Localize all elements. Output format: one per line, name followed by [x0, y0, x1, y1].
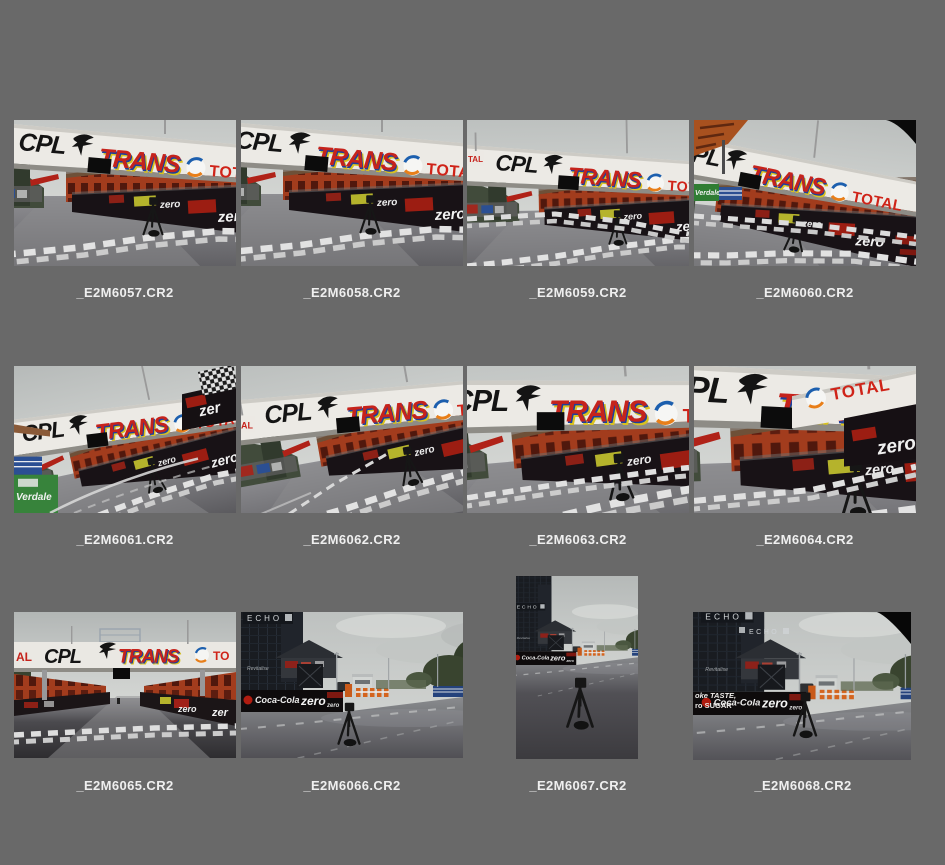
photo-thumbnail-e2m6061[interactable]: zer Verdale [14, 366, 236, 513]
svg-text:ECHO: ECHO [749, 629, 779, 636]
svg-text:Verdale: Verdale [695, 190, 720, 197]
photo-thumbnail-e2m6057[interactable] [14, 120, 236, 266]
photo-thumbnail-e2m6065[interactable] [14, 612, 236, 758]
photo-filename[interactable]: _E2M6066.CR2 [241, 778, 463, 793]
photo-filename[interactable]: _E2M6059.CR2 [467, 285, 689, 300]
photo-filename[interactable]: _E2M6061.CR2 [14, 532, 236, 547]
photo-filename[interactable]: _E2M6062.CR2 [241, 532, 463, 547]
photo-image: Verdale [694, 120, 916, 266]
photo-image: AL [241, 366, 463, 513]
photo-thumbnail-e2m6060[interactable]: Verdale [694, 120, 916, 266]
svg-text:oke TASTE,: oke TASTE, [695, 691, 736, 700]
photo-image [241, 120, 463, 266]
photo-filename[interactable]: _E2M6058.CR2 [241, 285, 463, 300]
photo-filename[interactable]: _E2M6065.CR2 [14, 778, 236, 793]
photo-image [467, 366, 689, 513]
photo-image: TAL [467, 120, 689, 266]
photo-image [241, 612, 463, 758]
photo-image: TOTAL zero [694, 366, 916, 513]
photo-thumbnail-e2m6058[interactable] [241, 120, 463, 266]
photo-thumbnail-e2m6064[interactable]: TOTAL zero [694, 366, 916, 513]
photo-thumbnail-e2m6059[interactable]: TAL [467, 120, 689, 266]
photo-filename[interactable]: _E2M6067.CR2 [467, 778, 689, 793]
photo-thumbnail-e2m6068[interactable]: oke TASTE, ro SUGAR ECHO [693, 612, 911, 760]
photo-image: zer Verdale [14, 366, 236, 513]
photo-filename[interactable]: _E2M6068.CR2 [692, 778, 914, 793]
photo-filename[interactable]: _E2M6064.CR2 [694, 532, 916, 547]
photo-image: oke TASTE, ro SUGAR ECHO [693, 612, 911, 760]
photo-image [14, 120, 236, 266]
photo-thumbnail-e2m6062[interactable]: AL [241, 366, 463, 513]
svg-text:Verdale: Verdale [16, 492, 52, 503]
photo-thumbnail-e2m6063[interactable] [467, 366, 689, 513]
svg-text:ro SUGAR: ro SUGAR [695, 701, 732, 710]
svg-text:AL: AL [241, 420, 253, 430]
photo-thumbnail-e2m6067[interactable] [516, 576, 638, 759]
photo-image [516, 576, 638, 759]
photo-image [14, 612, 236, 758]
photo-filename[interactable]: _E2M6063.CR2 [467, 532, 689, 547]
photo-filename[interactable]: _E2M6060.CR2 [694, 285, 916, 300]
photo-thumbnail-e2m6066[interactable] [241, 612, 463, 758]
photo-filename[interactable]: _E2M6057.CR2 [14, 285, 236, 300]
svg-text:TAL: TAL [468, 155, 483, 164]
